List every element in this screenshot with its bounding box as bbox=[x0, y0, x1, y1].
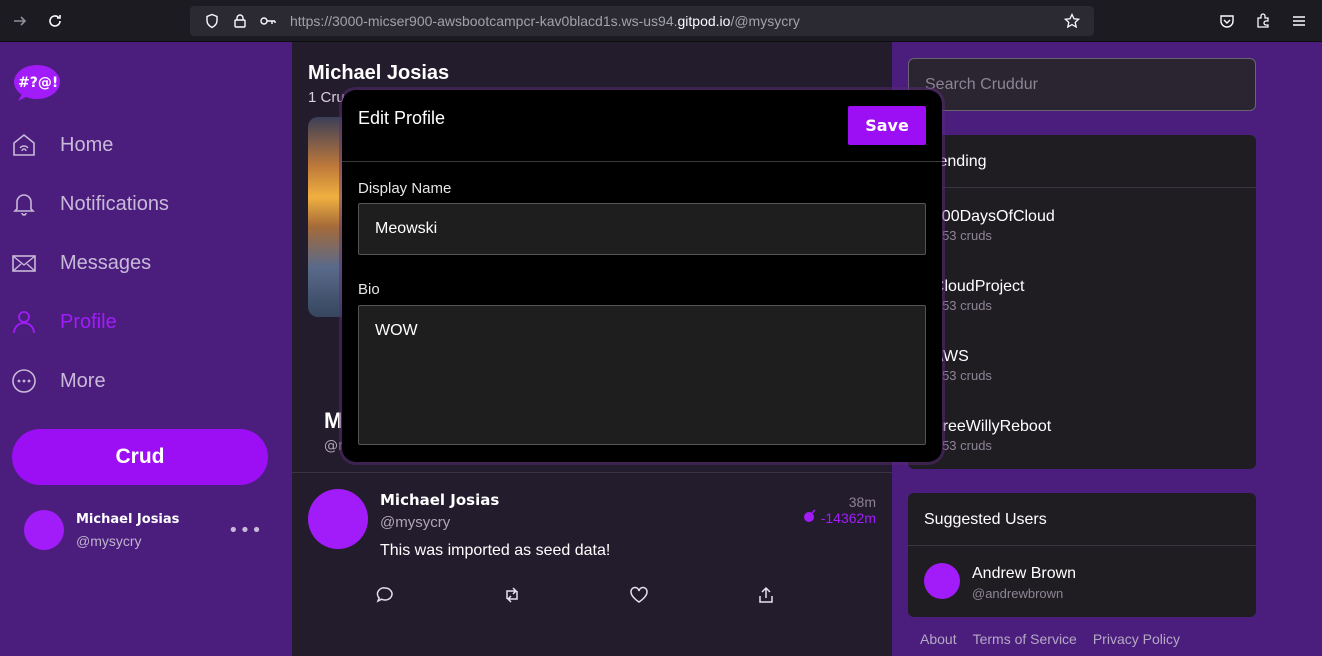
avatar[interactable] bbox=[924, 563, 960, 599]
suggested-user-handle: @andrewbrown bbox=[972, 586, 1064, 601]
more-circle-icon bbox=[10, 367, 38, 395]
sidebar-item-label: More bbox=[60, 369, 106, 392]
search-input[interactable] bbox=[908, 58, 1256, 111]
post-time: 38m bbox=[848, 494, 876, 510]
sidebar-item-messages[interactable]: Messages bbox=[10, 243, 151, 283]
post-author-handle[interactable]: @mysycry bbox=[380, 514, 450, 531]
repost-icon[interactable] bbox=[501, 584, 523, 606]
sidebar-item-notifications[interactable]: Notifications bbox=[10, 184, 169, 224]
suggested-users-title: Suggested Users bbox=[908, 493, 1256, 546]
current-user-name: Michael Josias bbox=[76, 512, 180, 527]
menu-icon[interactable] bbox=[1284, 6, 1314, 36]
suggested-users-panel: Suggested Users Andrew Brown @andrewbrow… bbox=[908, 493, 1256, 617]
share-icon[interactable] bbox=[755, 584, 777, 606]
sidebar-item-label: Messages bbox=[60, 251, 152, 274]
user-icon bbox=[10, 308, 38, 336]
bio-field[interactable]: WOW bbox=[358, 305, 926, 445]
modal-title: Edit Profile bbox=[358, 108, 446, 128]
right-sidebar: Trending #100DaysOfCloud 2,053 cruds #Cl… bbox=[892, 42, 1322, 656]
page-title: Michael Josias bbox=[308, 62, 450, 84]
trend-item[interactable]: #100DaysOfCloud 2,053 cruds bbox=[924, 208, 1055, 243]
url-bar[interactable]: https://3000-micser900-awsbootcampcr-kav… bbox=[190, 6, 1094, 36]
sidebar-item-label: Home bbox=[60, 133, 114, 156]
left-sidebar: #?@! Home Notifications Messages Profile… bbox=[0, 42, 292, 656]
trending-title: Trending bbox=[908, 135, 1256, 188]
bio-label: Bio bbox=[358, 281, 380, 298]
heart-icon[interactable] bbox=[628, 584, 650, 606]
reply-icon[interactable] bbox=[374, 584, 396, 606]
svg-text:#?@!: #?@! bbox=[18, 75, 58, 91]
footer-links: About Terms of Service Privacy Policy bbox=[920, 631, 1180, 647]
sidebar-item-home[interactable]: Home bbox=[10, 125, 113, 165]
pocket-icon[interactable] bbox=[1212, 6, 1242, 36]
trend-item[interactable]: #FreeWillyReboot 7,753 cruds bbox=[924, 418, 1051, 453]
edit-profile-modal: Edit Profile Save Display Name Bio WOW bbox=[342, 90, 942, 462]
display-name-label: Display Name bbox=[358, 180, 452, 197]
footer-terms-link[interactable]: Terms of Service bbox=[973, 631, 1077, 647]
current-user-handle: @mysycry bbox=[76, 533, 142, 549]
divider bbox=[292, 472, 892, 473]
lock-icon[interactable] bbox=[228, 9, 252, 33]
forward-button[interactable] bbox=[5, 6, 35, 36]
home-icon bbox=[10, 131, 38, 159]
avatar[interactable] bbox=[24, 510, 64, 550]
display-name-field[interactable] bbox=[358, 203, 926, 255]
url-text[interactable]: https://3000-micser900-awsbootcampcr-kav… bbox=[290, 13, 800, 29]
bookmark-star-icon[interactable] bbox=[1060, 9, 1084, 33]
post-expiry: -14362m bbox=[803, 509, 876, 526]
footer-privacy-link[interactable]: Privacy Policy bbox=[1093, 631, 1180, 647]
shield-icon[interactable] bbox=[200, 9, 224, 33]
browser-toolbar: https://3000-micser900-awsbootcampcr-kav… bbox=[0, 0, 1322, 42]
reload-button[interactable] bbox=[40, 6, 70, 36]
crud-button[interactable]: Crud bbox=[12, 429, 268, 485]
post-body: This was imported as seed data! bbox=[380, 542, 611, 559]
footer-about-link[interactable]: About bbox=[920, 631, 957, 647]
profile-display-name: M bbox=[324, 408, 343, 433]
trending-panel: Trending #100DaysOfCloud 2,053 cruds #Cl… bbox=[908, 135, 1256, 469]
suggested-user-name[interactable]: Andrew Brown bbox=[972, 565, 1076, 583]
post-expiry-text: -14362m bbox=[820, 509, 876, 526]
sidebar-item-more[interactable]: More bbox=[10, 361, 106, 401]
user-more-button[interactable]: ••• bbox=[228, 520, 263, 541]
bomb-icon bbox=[803, 509, 817, 526]
key-icon[interactable] bbox=[256, 9, 280, 33]
envelope-icon bbox=[10, 249, 38, 277]
divider bbox=[342, 161, 942, 162]
sidebar-item-profile[interactable]: Profile bbox=[10, 302, 117, 342]
sidebar-item-label: Profile bbox=[60, 310, 117, 333]
post-avatar[interactable] bbox=[308, 489, 368, 549]
post-author-name[interactable]: Michael Josias bbox=[380, 491, 499, 509]
cruddur-logo[interactable]: #?@! bbox=[12, 62, 60, 102]
sidebar-item-label: Notifications bbox=[60, 192, 169, 215]
extensions-icon[interactable] bbox=[1248, 6, 1278, 36]
save-button[interactable]: Save bbox=[848, 106, 926, 145]
bell-icon bbox=[10, 190, 38, 218]
